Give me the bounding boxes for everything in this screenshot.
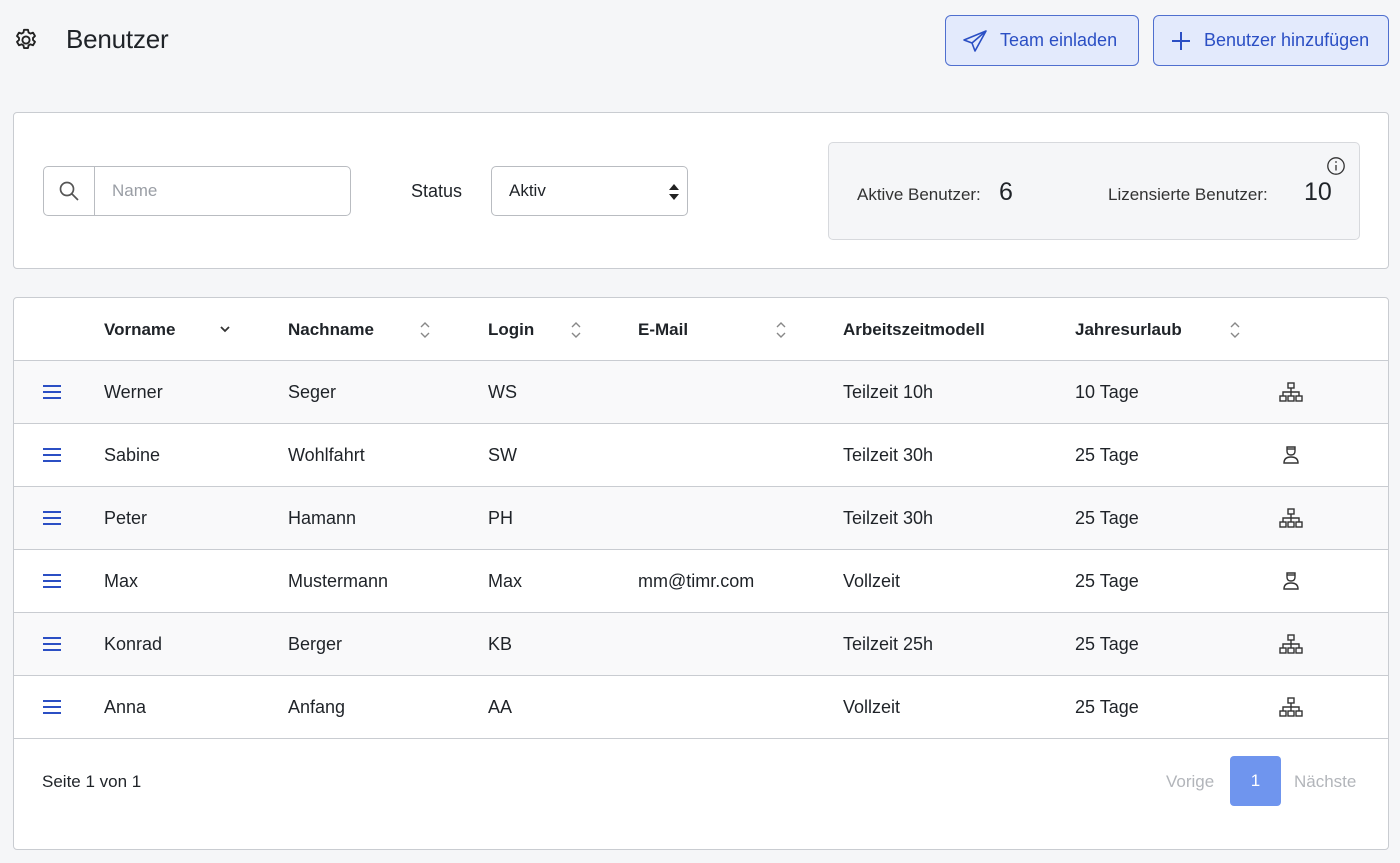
org-chart-icon	[1278, 381, 1304, 408]
cell-last-name: Wohlfahrt	[288, 445, 365, 465]
hamburger-menu-icon[interactable]	[42, 636, 62, 657]
cell-work-model: Vollzeit	[843, 697, 901, 717]
cell-last-name: Hamann	[288, 508, 357, 528]
active-users-value: 6	[999, 178, 1013, 206]
page-1-button[interactable]: 1	[1230, 756, 1281, 806]
plus-icon	[1172, 31, 1190, 50]
cell-first-name: Max	[104, 571, 139, 591]
hamburger-menu-icon[interactable]	[42, 573, 62, 594]
hamburger-menu-icon[interactable]	[42, 447, 62, 468]
pagination-summary: Seite 1 von 1	[42, 772, 142, 791]
cell-last-name: Berger	[288, 634, 343, 654]
cell-first-name: Konrad	[104, 634, 163, 654]
licensed-users-label: Lizensierte Benutzer:	[1108, 185, 1268, 204]
cell-last-name: Anfang	[288, 697, 346, 717]
cell-last-name: Mustermann	[288, 571, 389, 591]
cell-work-model: Teilzeit 25h	[843, 634, 934, 654]
column-header-work-model: Arbeitszeitmodell	[843, 320, 985, 339]
cell-first-name: Anna	[104, 697, 147, 717]
paper-plane-icon	[963, 29, 987, 52]
table-row[interactable]: Sabine Wohlfahrt SW Teilzeit 30h 25 Tage	[14, 424, 1388, 487]
search-icon	[44, 167, 95, 215]
column-header-first-name[interactable]: Vorname	[104, 320, 176, 340]
status-select-value: Aktiv	[509, 181, 546, 200]
hamburger-menu-icon[interactable]	[42, 384, 62, 405]
cell-vacation: 25 Tage	[1075, 697, 1139, 717]
search-input[interactable]	[95, 167, 350, 215]
cell-work-model: Teilzeit 10h	[843, 382, 934, 402]
cell-vacation: 10 Tage	[1075, 382, 1139, 402]
filter-panel: Status Aktiv Aktive Benutzer: 6 Lizensie…	[13, 112, 1389, 269]
cell-vacation: 25 Tage	[1075, 634, 1139, 654]
cell-work-model: Teilzeit 30h	[843, 508, 934, 528]
cell-email: mm@timr.com	[638, 571, 755, 591]
gear-icon[interactable]	[12, 26, 40, 54]
active-users-label: Aktive Benutzer:	[857, 185, 981, 204]
org-chart-icon	[1278, 696, 1304, 723]
column-header-last-name[interactable]: Nachname	[288, 320, 374, 340]
table-row[interactable]: Konrad Berger KB Teilzeit 25h 25 Tage	[14, 613, 1388, 676]
table-row[interactable]: Max Mustermann Max mm@timr.com Vollzeit 25 Ta…	[14, 550, 1388, 613]
invite-team-button[interactable]: Team einladen	[945, 15, 1139, 66]
cell-first-name: Sabine	[104, 445, 161, 465]
next-page-button[interactable]: Nächste	[1294, 772, 1356, 792]
status-label: Status	[411, 181, 463, 201]
sort-icon[interactable]	[1229, 320, 1241, 340]
org-chart-icon	[1278, 507, 1304, 534]
licensed-users-value: 10	[1304, 178, 1332, 206]
user-stats-box: Aktive Benutzer: 6 Lizensierte Benutzer:…	[828, 142, 1360, 240]
search-box	[43, 166, 351, 216]
org-chart-icon	[1278, 633, 1304, 660]
page-title: Benutzer	[66, 24, 169, 54]
table-row[interactable]: Werner Seger WS Teilzeit 10h 10 Tage	[14, 361, 1388, 424]
cell-vacation: 25 Tage	[1075, 445, 1139, 465]
cell-login: KB	[488, 634, 513, 654]
sort-icon[interactable]	[570, 320, 582, 340]
sort-icon[interactable]	[775, 320, 787, 340]
chevron-down-icon[interactable]	[218, 322, 232, 336]
previous-page-button[interactable]: Vorige	[1166, 772, 1214, 792]
add-user-label: Benutzer hinzufügen	[1204, 30, 1370, 50]
cell-work-model: Vollzeit	[843, 571, 901, 591]
add-user-button[interactable]: Benutzer hinzufügen	[1153, 15, 1389, 66]
cell-work-model: Teilzeit 30h	[843, 445, 934, 465]
status-select[interactable]: Aktiv	[491, 166, 688, 216]
hamburger-menu-icon[interactable]	[42, 510, 62, 531]
users-table: Vorname Nachname Login E-Mail Arbeitszei…	[13, 297, 1389, 850]
sort-icon[interactable]	[419, 320, 431, 340]
table-row[interactable]: Anna Anfang AA Vollzeit 25 Tage	[14, 676, 1388, 739]
user-icon	[1278, 570, 1304, 597]
invite-team-label: Team einladen	[1000, 30, 1118, 50]
cell-login: AA	[488, 697, 513, 717]
hamburger-menu-icon[interactable]	[42, 699, 62, 720]
cell-vacation: 25 Tage	[1075, 571, 1139, 591]
cell-first-name: Werner	[104, 382, 163, 402]
user-icon	[1278, 444, 1304, 471]
cell-vacation: 25 Tage	[1075, 508, 1139, 528]
column-header-login[interactable]: Login	[488, 320, 534, 340]
table-row[interactable]: Peter Hamann PH Teilzeit 30h 25 Tage	[14, 487, 1388, 550]
cell-login: SW	[488, 445, 517, 465]
cell-login: Max	[488, 571, 523, 591]
column-header-vacation[interactable]: Jahresurlaub	[1075, 320, 1182, 340]
cell-last-name: Seger	[288, 382, 337, 402]
info-icon[interactable]	[1326, 156, 1346, 176]
column-header-email[interactable]: E-Mail	[638, 320, 688, 340]
cell-login: WS	[488, 382, 517, 402]
cell-first-name: Peter	[104, 508, 148, 528]
table-header: Vorname Nachname Login E-Mail Arbeitszei…	[14, 298, 1388, 361]
select-arrows-icon	[669, 184, 679, 200]
page-header: Benutzer Team einladen Benutzer hinzufüg…	[0, 0, 1400, 80]
cell-login: PH	[488, 508, 514, 528]
